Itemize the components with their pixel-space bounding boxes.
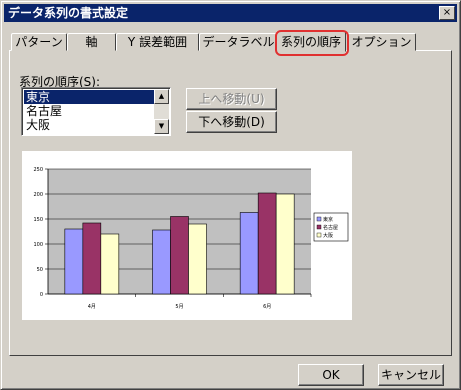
y-tick-label: 250 bbox=[33, 167, 43, 173]
tab-series-order[interactable]: 系列の順序 bbox=[276, 31, 346, 52]
scroll-up-icon[interactable]: ▲ bbox=[154, 89, 169, 104]
x-tick-label: 5月 bbox=[175, 304, 183, 310]
bar bbox=[257, 192, 277, 295]
close-button[interactable]: × bbox=[439, 6, 455, 20]
bar bbox=[188, 223, 207, 295]
legend-swatch bbox=[316, 224, 322, 230]
bar bbox=[82, 222, 102, 295]
tab-options[interactable]: オプション bbox=[347, 33, 416, 51]
y-tick-label: 150 bbox=[33, 217, 43, 223]
tab-y-error-bars[interactable]: Y 誤差範囲 bbox=[116, 33, 199, 51]
scroll-down-icon[interactable]: ▼ bbox=[154, 119, 169, 134]
title-bar: データ系列の書式設定 × bbox=[4, 4, 457, 22]
tab-axis[interactable]: 軸 bbox=[67, 33, 116, 51]
move-down-button[interactable]: 下へ移動(D) bbox=[186, 111, 277, 133]
x-tick-label: 4月 bbox=[88, 304, 96, 310]
bar bbox=[152, 229, 171, 295]
list-item[interactable]: 大阪 bbox=[24, 118, 154, 132]
chart-svg: 0 50 100 150 200 250 4月 5月 6月 東京名古屋大阪 bbox=[33, 167, 349, 310]
bar bbox=[239, 212, 259, 295]
tab-data-labels[interactable]: データラベル bbox=[199, 33, 278, 51]
y-tick-label: 0 bbox=[40, 292, 43, 298]
bar bbox=[64, 228, 84, 295]
bar bbox=[170, 216, 189, 295]
tab-pattern[interactable]: パターン bbox=[11, 33, 67, 51]
list-scrollbar[interactable]: ▲ ▼ bbox=[154, 89, 169, 134]
bar bbox=[275, 193, 295, 295]
legend-swatch bbox=[316, 232, 322, 238]
x-tick-label: 6月 bbox=[263, 304, 271, 310]
dialog-window: データ系列の書式設定 × パターン 軸 Y 誤差範囲 データラベル 系列の順序 … bbox=[0, 0, 461, 390]
y-tick-label: 100 bbox=[33, 242, 43, 248]
legend-label: 大阪 bbox=[323, 232, 333, 239]
y-tick-label: 200 bbox=[33, 192, 43, 198]
series-order-list[interactable]: 東京 名古屋 大阪 ▲ ▼ bbox=[21, 87, 171, 136]
window-title: データ系列の書式設定 bbox=[8, 6, 129, 20]
list-item[interactable]: 東京 bbox=[24, 90, 154, 104]
list-item[interactable]: 名古屋 bbox=[24, 104, 154, 118]
close-icon: × bbox=[442, 7, 452, 18]
legend-swatch bbox=[316, 216, 322, 222]
chart-preview: 0 50 100 150 200 250 4月 5月 6月 東京 名古屋 大阪 bbox=[22, 151, 352, 320]
cancel-button[interactable]: キャンセル bbox=[378, 364, 444, 386]
y-tick-label: 50 bbox=[37, 267, 43, 273]
ok-button[interactable]: OK bbox=[298, 364, 364, 386]
legend-label: 名古屋 bbox=[323, 224, 338, 231]
bar bbox=[100, 233, 120, 295]
move-up-button[interactable]: 上へ移動(U) bbox=[186, 88, 277, 110]
legend-label: 東京 bbox=[323, 216, 333, 223]
